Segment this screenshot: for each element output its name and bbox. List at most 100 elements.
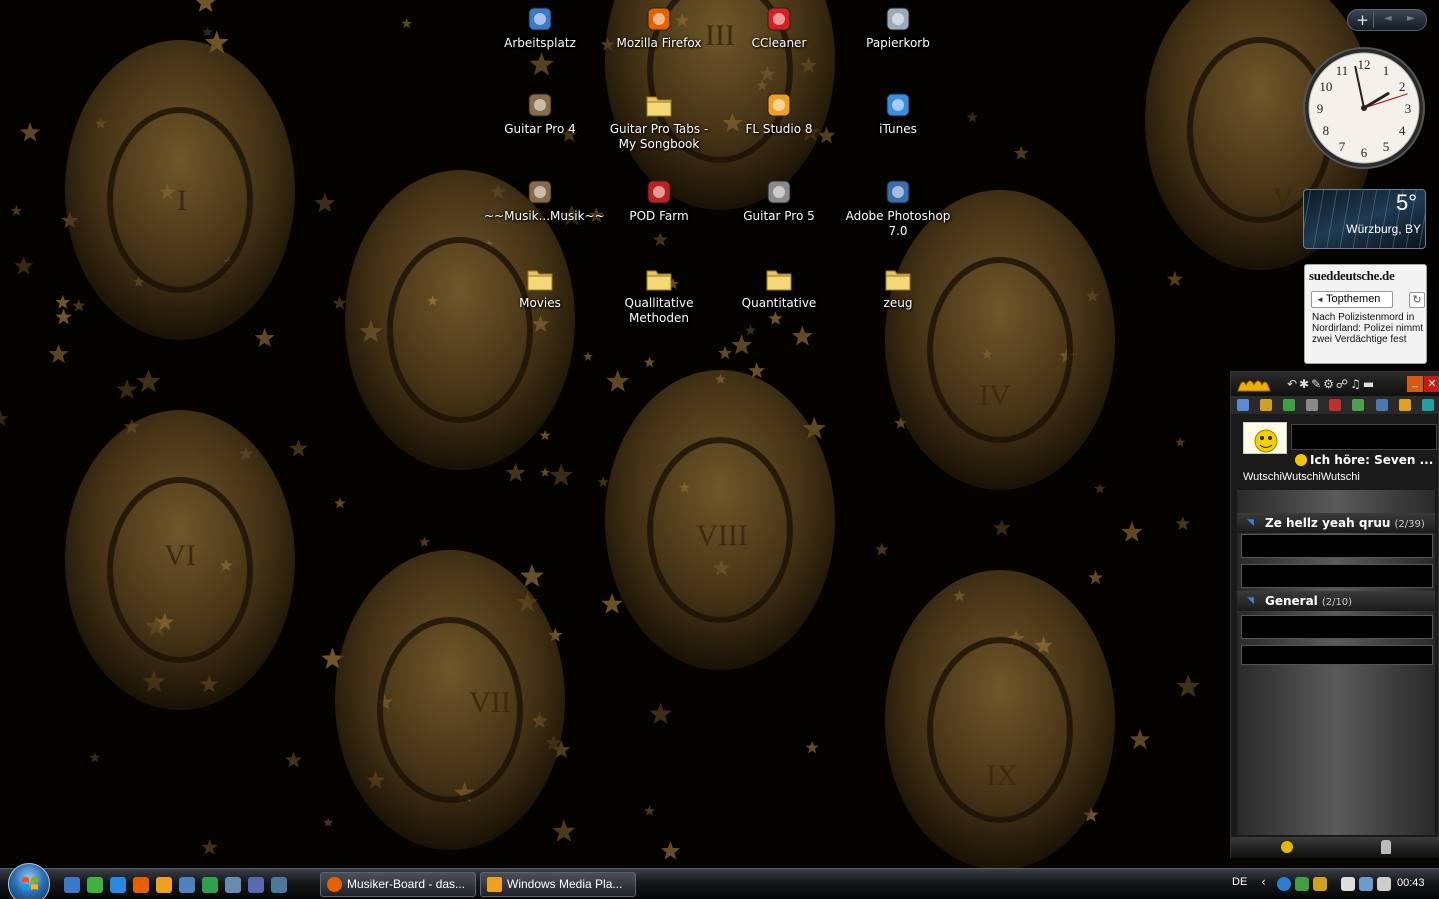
desktop-icon-label: Guitar Pro 4 bbox=[504, 122, 576, 136]
contacts-icon[interactable] bbox=[1237, 399, 1249, 411]
desktop-icon[interactable]: Movies bbox=[480, 264, 600, 311]
gadget-page-nav[interactable]: ◄ ► bbox=[1384, 13, 1421, 24]
sidebar-controls: + ◄ ► bbox=[1347, 9, 1427, 31]
media-player-icon[interactable] bbox=[156, 877, 172, 893]
list-item[interactable] bbox=[1241, 534, 1433, 558]
firefox-icon[interactable] bbox=[133, 877, 149, 893]
media-player-icon bbox=[487, 877, 502, 892]
desktop-icon[interactable]: Mozilla Firefox bbox=[599, 4, 719, 51]
desktop-icon[interactable]: FL Studio 8 bbox=[719, 90, 839, 137]
news-brand: sueddeutsche.de bbox=[1309, 268, 1395, 283]
desktop-icon[interactable]: iTunes bbox=[838, 90, 958, 137]
nickname-field[interactable] bbox=[1291, 424, 1437, 450]
wallpaper-emblem bbox=[885, 570, 1115, 868]
mail-icon[interactable] bbox=[1398, 399, 1411, 411]
system-clock[interactable]: 00:43 bbox=[1397, 877, 1425, 889]
fl-studio-icon bbox=[767, 93, 791, 117]
user-icon[interactable] bbox=[1381, 840, 1391, 854]
minimize-button[interactable]: _ bbox=[1407, 376, 1423, 392]
award-icon[interactable] bbox=[1260, 399, 1273, 411]
clock-numeral: 3 bbox=[1405, 101, 1412, 116]
internet-explorer-icon[interactable] bbox=[110, 877, 126, 893]
wallpaper-numeral: IX bbox=[986, 759, 1018, 792]
network-icon[interactable] bbox=[1359, 877, 1373, 891]
status-smiley-icon[interactable] bbox=[1281, 841, 1293, 853]
wallpaper-numeral: V bbox=[1272, 182, 1294, 215]
mail-icon[interactable] bbox=[225, 877, 241, 893]
contact-group-header[interactable]: ◥ General (2/10) bbox=[1237, 591, 1435, 611]
battery-icon[interactable] bbox=[1341, 877, 1355, 891]
clock-numeral: 9 bbox=[1317, 101, 1324, 116]
folder-icon bbox=[766, 270, 792, 291]
game-icon[interactable] bbox=[1421, 399, 1434, 411]
desktop-icon[interactable]: Guitar Pro 5 bbox=[719, 177, 839, 224]
username: WutschiWutschiWutschi bbox=[1243, 471, 1360, 483]
desktop-icon-label: Guitar Pro Tabs - My Songbook bbox=[609, 122, 709, 151]
wallpaper-numeral: VII bbox=[469, 686, 511, 719]
desktop-icon[interactable]: zeug bbox=[838, 264, 958, 311]
security-icon[interactable] bbox=[1313, 877, 1327, 891]
alert-icon[interactable] bbox=[1306, 399, 1319, 411]
network-icon[interactable] bbox=[271, 877, 287, 893]
globe-icon[interactable] bbox=[1277, 877, 1291, 891]
weather-gadget[interactable]: 5° Würzburg, BY bbox=[1303, 189, 1426, 249]
desktop-icon[interactable]: ~~Musik...Musik~~ bbox=[480, 177, 605, 224]
desktop-icon-label: Movies bbox=[519, 296, 561, 310]
messenger-toolbar-icons[interactable]: ↶✱✎⚙☍♫▬ bbox=[1287, 377, 1376, 391]
desktop-icon[interactable]: POD Farm bbox=[599, 177, 719, 224]
chevron-left-icon[interactable]: ‹ bbox=[1261, 875, 1266, 889]
taskbar-button-firefox[interactable]: Musiker-Board - das... bbox=[320, 872, 476, 897]
wallpaper-numeral: IV bbox=[979, 379, 1011, 412]
add-gadget-button[interactable]: + bbox=[1352, 12, 1374, 28]
gadget-icon[interactable] bbox=[87, 877, 103, 893]
messenger-logo-icon bbox=[1237, 380, 1271, 392]
news-headline[interactable]: Nach Polizistenmord in Nordirland: Poliz… bbox=[1312, 312, 1424, 345]
list-item[interactable] bbox=[1241, 615, 1433, 639]
list-item[interactable] bbox=[1241, 645, 1433, 665]
desktop-icon[interactable]: CCleaner bbox=[719, 4, 839, 51]
start-button[interactable] bbox=[8, 863, 50, 899]
show-desktop-icon[interactable] bbox=[64, 877, 80, 893]
desktop-icon-label: Mozilla Firefox bbox=[616, 36, 702, 50]
block-icon[interactable] bbox=[1329, 399, 1342, 411]
itunes-icon bbox=[886, 93, 910, 117]
clock-numeral: 2 bbox=[1399, 79, 1406, 94]
switch-windows-icon[interactable] bbox=[179, 877, 195, 893]
clock-gadget[interactable]: 1234567891011 12 bbox=[1302, 46, 1426, 170]
desktop-icon-label: FL Studio 8 bbox=[745, 122, 813, 136]
group-count: (2/10) bbox=[1321, 597, 1353, 608]
contacts-icon[interactable] bbox=[1295, 877, 1309, 891]
desktop-icon-label: Quallitative Methoden bbox=[624, 296, 694, 325]
group-name: Ze hellz yeah qruu bbox=[1265, 516, 1391, 530]
desktop-icon[interactable]: Guitar Pro 4 bbox=[480, 90, 600, 137]
folder-icon bbox=[885, 270, 911, 291]
volume-icon[interactable] bbox=[1377, 877, 1391, 891]
contact-group-header[interactable]: ◥ Ze hellz yeah qruu (2/39) bbox=[1237, 513, 1435, 533]
group-name: General bbox=[1265, 594, 1318, 608]
messenger-titlebar[interactable]: ↶✱✎⚙☍♫▬ _ ✕ bbox=[1231, 372, 1439, 396]
folder-icon bbox=[646, 96, 672, 117]
messenger-icon[interactable] bbox=[202, 877, 218, 893]
desktop-icon[interactable]: Papierkorb bbox=[838, 4, 958, 51]
close-button[interactable]: ✕ bbox=[1424, 376, 1439, 392]
desktop-icon[interactable]: Quantitative bbox=[719, 264, 839, 311]
help-icon[interactable] bbox=[248, 877, 264, 893]
news-topic-tab[interactable]: ◄ Topthemen bbox=[1311, 291, 1393, 308]
status-message[interactable]: Ich höre: Seven ... bbox=[1295, 453, 1433, 467]
news-gadget[interactable]: sueddeutsche.de ◄ Topthemen ↻ Nach Poliz… bbox=[1304, 264, 1427, 364]
desktop-icon[interactable]: Arbeitsplatz bbox=[480, 4, 600, 51]
desktop-icon[interactable]: Quallitative Methoden bbox=[599, 264, 719, 326]
refresh-icon[interactable]: ↻ bbox=[1409, 292, 1425, 308]
desktop-icon[interactable]: Guitar Pro Tabs - My Songbook bbox=[599, 90, 719, 152]
taskbar-button-media-player[interactable]: Windows Media Pla... bbox=[480, 872, 636, 897]
desktop-icon[interactable]: Adobe Photoshop 7.0 bbox=[838, 177, 958, 239]
guitar-pro-icon bbox=[528, 93, 552, 117]
desktop-icon-label: CCleaner bbox=[751, 36, 807, 50]
search-icon[interactable] bbox=[1352, 399, 1365, 411]
status-icon[interactable] bbox=[1283, 399, 1296, 411]
avatar[interactable] bbox=[1243, 422, 1287, 454]
list-item[interactable] bbox=[1241, 564, 1433, 588]
profile-icon[interactable] bbox=[1375, 399, 1388, 411]
language-indicator[interactable]: DE bbox=[1232, 876, 1247, 888]
chevron-left-icon[interactable]: ◄ bbox=[1316, 292, 1324, 307]
